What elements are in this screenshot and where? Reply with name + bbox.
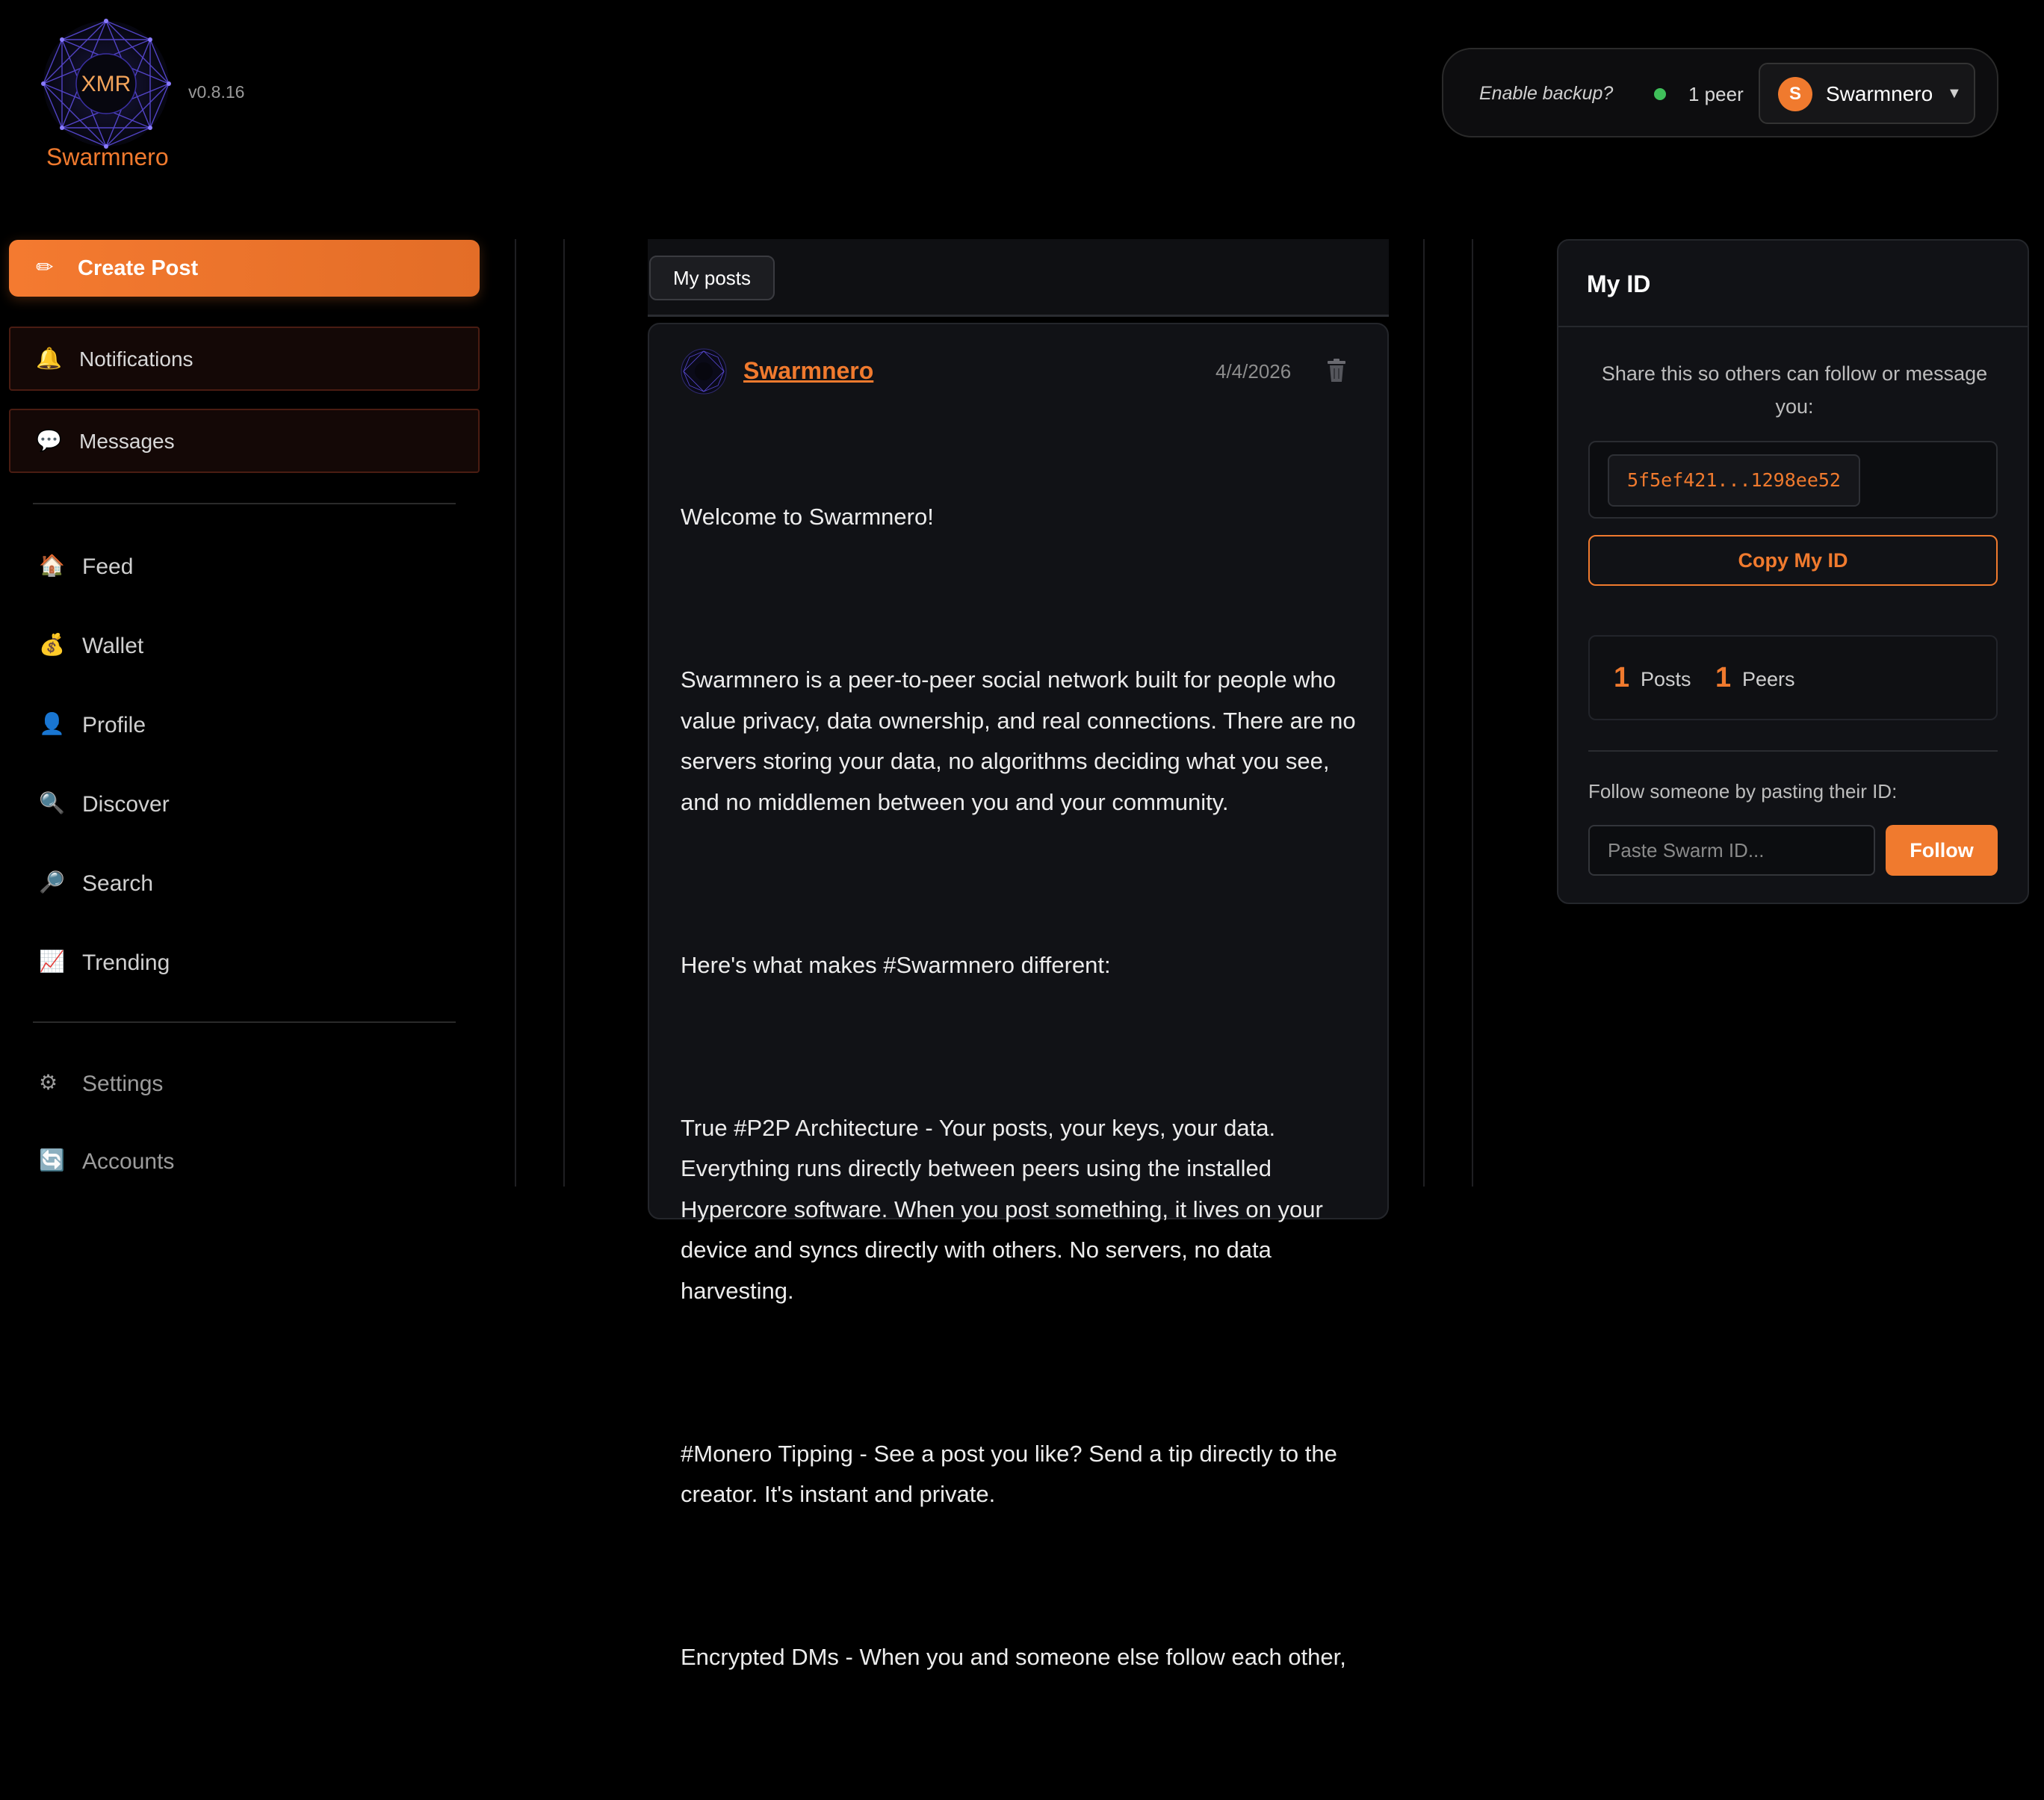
follow-instructions: Follow someone by pasting their ID: (1588, 780, 1898, 802)
column-divider (515, 239, 516, 1187)
peers-count: 1 (1715, 662, 1732, 693)
panel-divider (1588, 750, 1998, 752)
post-paragraph: Swarmnero is a peer-to-peer social netwo… (681, 667, 1363, 815)
posts-label: Posts (1641, 668, 1691, 690)
feed-tab-bar: My posts (648, 239, 1389, 317)
post-paragraph: Encrypted DMs - When you and someone els… (681, 1644, 1346, 1670)
account-switcher-button[interactable]: S Swarmnero ▼ (1759, 63, 1975, 124)
magnifier-icon: 🔍 (39, 791, 65, 814)
user-icon: 👤 (39, 712, 65, 735)
chevron-down-icon: ▼ (1947, 85, 1962, 102)
copy-id-button[interactable]: Copy My ID (1588, 535, 1998, 586)
tab-my-posts[interactable]: My posts (649, 256, 775, 300)
money-bag-icon: 💰 (39, 633, 65, 656)
bell-icon: 🔔 (36, 347, 62, 370)
sidebar-item-feed[interactable]: 🏠 Feed (33, 544, 466, 589)
sidebar-divider (33, 503, 456, 504)
chart-increasing-icon: 📈 (39, 950, 65, 973)
app-version: v0.8.16 (188, 82, 245, 102)
column-divider (1423, 239, 1425, 1187)
post-paragraph: #Monero Tipping - See a post you like? S… (681, 1440, 1344, 1508)
enable-backup-link[interactable]: Enable backup? (1479, 83, 1613, 105)
svg-text:XMR: XMR (81, 72, 131, 96)
network-logo-icon: XMR (41, 19, 171, 149)
sidebar-item-profile[interactable]: 👤 Profile (33, 702, 466, 747)
speech-bubble-icon: 💬 (36, 429, 62, 452)
post-card: Swarmnero 4/4/2026 Welcome to Swarmnero!… (648, 323, 1389, 1670)
logo-wordmark: Swarmnero (46, 143, 169, 170)
panel-title: My ID (1587, 270, 1651, 297)
gear-icon: ⚙ (39, 1071, 58, 1094)
app-logo: XMR Swarmnero (39, 16, 181, 173)
sidebar-item-wallet[interactable]: 💰 Wallet (33, 623, 466, 668)
peer-count: 1 peer (1688, 83, 1744, 105)
post-paragraph: Here's what makes #Swarmnero different: (681, 951, 1111, 978)
my-id-panel: My ID Share this so others can follow or… (1557, 239, 2029, 904)
column-divider (563, 239, 565, 1187)
sidebar-divider (33, 1021, 456, 1023)
post-paragraph: True #P2P Architecture - Your posts, you… (681, 1114, 1330, 1304)
post-body: Welcome to Swarmnero! Swarmnero is a pee… (681, 415, 1368, 1800)
posts-count: 1 (1614, 662, 1630, 693)
column-divider (1472, 239, 1473, 1187)
swarm-id-input[interactable] (1588, 825, 1875, 876)
refresh-icon: 🔄 (39, 1148, 65, 1172)
account-name: Swarmnero (1826, 82, 1933, 105)
sidebar-item-trending[interactable]: 📈 Trending (33, 940, 466, 985)
stats-summary: 1 Posts 1 Peers (1588, 635, 1998, 720)
sidebar-item-messages[interactable]: 💬 Messages (9, 409, 480, 473)
peers-label: Peers (1742, 668, 1795, 690)
panel-header: My ID (1558, 241, 2028, 327)
share-instructions: Share this so others can follow or messa… (1601, 362, 1988, 418)
swarm-id-value[interactable]: 5f5ef421...1298ee52 (1608, 454, 1860, 507)
post-paragraph: Welcome to Swarmnero! (681, 504, 934, 530)
author-avatar[interactable] (681, 348, 727, 395)
sidebar-item-search[interactable]: 🔎 Search (33, 861, 466, 906)
status-bar: Enable backup? 1 peer S Swarmnero ▼ (1442, 48, 1998, 137)
pencil-icon: ✏ (36, 256, 54, 279)
sidebar-item-accounts[interactable]: 🔄 Accounts (33, 1139, 466, 1184)
online-status-icon (1654, 88, 1666, 100)
account-avatar: S (1778, 77, 1812, 111)
house-icon: 🏠 (39, 554, 65, 577)
search-icon: 🔎 (39, 870, 65, 894)
sidebar-item-discover[interactable]: 🔍 Discover (33, 782, 466, 826)
post-date: 4/4/2026 (1215, 360, 1292, 383)
create-post-button[interactable]: ✏ Create Post (9, 240, 480, 297)
id-display-box: 5f5ef421...1298ee52 (1588, 441, 1998, 519)
sidebar-item-notifications[interactable]: 🔔 Notifications (9, 327, 480, 391)
follow-button[interactable]: Follow (1886, 825, 1998, 876)
trash-icon[interactable] (1326, 359, 1347, 383)
sidebar-item-settings[interactable]: ⚙ Settings (33, 1061, 466, 1106)
post-author-link[interactable]: Swarmnero (743, 357, 873, 385)
